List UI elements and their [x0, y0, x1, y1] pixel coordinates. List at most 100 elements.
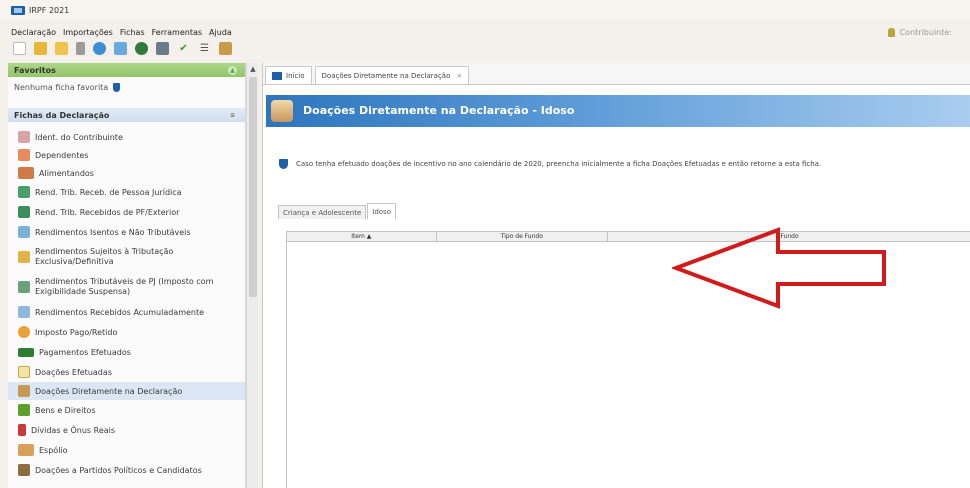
sidebar-item-rend-suspensa[interactable]: Rendimentos Tributáveis de PJ (Imposto c…	[8, 272, 245, 302]
fichas-section-header[interactable]: Fichas da Declaração ≡	[8, 108, 245, 122]
sidebar-item-label: Rendimentos Tributáveis de PJ (Imposto c…	[35, 277, 214, 296]
subtabs: Criança e Adolescente Idoso	[278, 203, 397, 219]
sidebar-item-label: Dependentes	[35, 150, 89, 160]
sidebar-item-label: Rendimentos Sujeitos à Tributação Exclus…	[35, 247, 174, 266]
collapse-fichas-icon[interactable]: ≡	[228, 111, 237, 120]
direct-donations-icon	[18, 385, 30, 397]
sidebar: Favoritos ▲ Nenhuma ficha favorita Ficha…	[8, 63, 246, 488]
column-tipo-fundo[interactable]: Tipo de Fundo	[437, 232, 609, 241]
book-icon[interactable]	[219, 42, 232, 55]
sidebar-item-pagamentos[interactable]: Pagamentos Efetuados	[8, 342, 245, 362]
sidebar-item-label: Dívidas e Ônus Reais	[31, 425, 116, 435]
column-fundo[interactable]: Fundo	[608, 232, 970, 241]
income-pf-icon	[18, 206, 30, 218]
info-message: Caso tenha efetuado doações de incentivo…	[279, 159, 821, 169]
scroll-up-arrow-icon[interactable]: ▲	[249, 65, 257, 74]
info-shield-icon	[113, 83, 121, 92]
sidebar-item-alimentandos[interactable]: Alimentandos	[8, 164, 245, 182]
scrollbar-thumb[interactable]	[249, 77, 257, 297]
favoritos-title: Favoritos	[14, 65, 56, 75]
sidebar-item-label: Rend. Trib. Receb. de Pessoa Jurídica	[35, 187, 182, 197]
sidebar-item-rend-acumulados[interactable]: Rendimentos Recebidos Acumuladamente	[8, 302, 245, 322]
donation-people-icon	[271, 100, 293, 122]
globe-icon[interactable]	[135, 42, 148, 55]
table-header: Item ▲ Tipo de Fundo Fundo	[287, 232, 970, 242]
ficha-title: Doações Diretamente na Declaração - Idos…	[303, 104, 575, 117]
sidebar-item-espolio[interactable]: Espólio	[8, 440, 245, 460]
toolbar: ✔ ☰	[13, 40, 240, 57]
sidebar-item-label: Rendimentos Isentos e Não Tributáveis	[35, 227, 191, 237]
sidebar-item-label: Pagamentos Efetuados	[39, 347, 131, 357]
sidebar-item-doacoes-diretamente[interactable]: Doações Diretamente na Declaração	[8, 382, 245, 400]
home-icon	[272, 71, 282, 80]
favoritos-empty-message: Nenhuma ficha favorita	[8, 77, 245, 108]
sidebar-item-label: Espólio	[39, 445, 68, 455]
contribuinte-indicator: Contribuinte:	[887, 28, 952, 37]
alimentandos-icon	[18, 167, 34, 179]
estate-icon	[18, 444, 34, 456]
assets-icon	[18, 404, 30, 416]
transmit-icon[interactable]	[93, 42, 106, 55]
open-folder-icon[interactable]	[34, 42, 47, 55]
title-bar: IRPF 2021	[0, 0, 970, 20]
exempt-icon	[18, 226, 30, 238]
sidebar-item-label: Imposto Pago/Retido	[35, 327, 118, 337]
sidebar-item-label: Rend. Trib. Recebidos de PF/Exterior	[35, 207, 180, 217]
tab-doacoes-diretamente[interactable]: Doações Diretamente na Declaração ×	[314, 66, 470, 84]
menu-declaracao[interactable]: Declaração	[11, 28, 56, 37]
menu-bar: Declaração Importações Fichas Ferramenta…	[0, 27, 970, 38]
sidebar-item-label: Bens e Direitos	[35, 405, 96, 415]
sidebar-item-label: Doações Diretamente na Declaração	[35, 386, 183, 396]
suspended-tax-icon	[18, 281, 30, 293]
sidebar-item-imposto-pago[interactable]: Imposto Pago/Retido	[8, 322, 245, 342]
favoritos-empty-text: Nenhuma ficha favorita	[14, 83, 109, 92]
favoritos-section-header[interactable]: Favoritos ▲	[8, 63, 245, 77]
fichas-title: Fichas da Declaração	[14, 110, 110, 120]
sidebar-item-bens-direitos[interactable]: Bens e Direitos	[8, 400, 245, 420]
sidebar-item-label: Doações a Partidos Políticos e Candidato…	[35, 465, 202, 475]
collapse-favoritos-icon[interactable]: ▲	[228, 66, 237, 75]
trash-icon[interactable]	[76, 42, 85, 55]
sidebar-item-rend-pj[interactable]: Rend. Trib. Receb. de Pessoa Jurídica	[8, 182, 245, 202]
exclusive-tax-icon	[18, 251, 30, 263]
sidebar-item-label: Ident. do Contribuinte	[35, 132, 123, 142]
subtab-crianca-adolescente[interactable]: Criança e Adolescente	[278, 205, 367, 219]
tab-inicio[interactable]: Início	[265, 66, 312, 84]
sidebar-item-dividas[interactable]: Dívidas e Ônus Reais	[8, 420, 245, 440]
tab-doacoes-label: Doações Diretamente na Declaração	[321, 71, 451, 80]
person-icon	[18, 131, 30, 143]
list-icon[interactable]: ☰	[198, 42, 211, 55]
income-pj-icon	[18, 186, 30, 198]
sidebar-item-dependentes[interactable]: Dependentes	[8, 146, 245, 164]
column-item[interactable]: Item ▲	[287, 232, 437, 241]
sidebar-item-label: Alimentandos	[39, 168, 94, 178]
menu-ferramentas[interactable]: Ferramentas	[152, 28, 202, 37]
sidebar-item-label: Rendimentos Recebidos Acumuladamente	[35, 307, 205, 317]
new-file-icon[interactable]	[13, 42, 26, 55]
sidebar-item-doacoes-partidos[interactable]: Doações a Partidos Políticos e Candidato…	[8, 460, 245, 480]
sidebar-item-rend-exclusiva[interactable]: Rendimentos Sujeitos à Tributação Exclus…	[8, 242, 245, 272]
accumulated-icon	[18, 306, 30, 318]
close-tab-icon[interactable]: ×	[456, 72, 462, 80]
sidebar-item-rend-isentos[interactable]: Rendimentos Isentos e Não Tributáveis	[8, 222, 245, 242]
main-content: Início Doações Diretamente na Declaração…	[262, 63, 970, 488]
receipt-icon[interactable]	[114, 42, 127, 55]
sidebar-scrollbar[interactable]: ▲	[246, 63, 258, 488]
menu-ajuda[interactable]: Ajuda	[209, 28, 232, 37]
payments-icon	[18, 347, 34, 357]
sidebar-item-rend-pf[interactable]: Rend. Trib. Recebidos de PF/Exterior	[8, 202, 245, 222]
donations-icon	[18, 366, 30, 378]
sidebar-item-label: Doações Efetuadas	[35, 367, 112, 377]
folder-icon[interactable]	[55, 42, 68, 55]
subtab-idoso[interactable]: Idoso	[367, 203, 396, 219]
sidebar-item-ident-contribuinte[interactable]: Ident. do Contribuinte	[8, 128, 245, 146]
irpf-app-icon	[11, 5, 25, 15]
sidebar-item-doacoes-efetuadas[interactable]: Doações Efetuadas	[8, 362, 245, 382]
menu-fichas[interactable]: Fichas	[120, 28, 145, 37]
check-icon[interactable]: ✔	[177, 42, 190, 55]
info-text: Caso tenha efetuado doações de incentivo…	[296, 160, 822, 168]
doacoes-table: Item ▲ Tipo de Fundo Fundo	[286, 231, 970, 488]
ficha-header: Doações Diretamente na Declaração - Idos…	[266, 95, 970, 127]
menu-importacoes[interactable]: Importações	[63, 28, 113, 37]
print-icon[interactable]	[156, 42, 169, 55]
